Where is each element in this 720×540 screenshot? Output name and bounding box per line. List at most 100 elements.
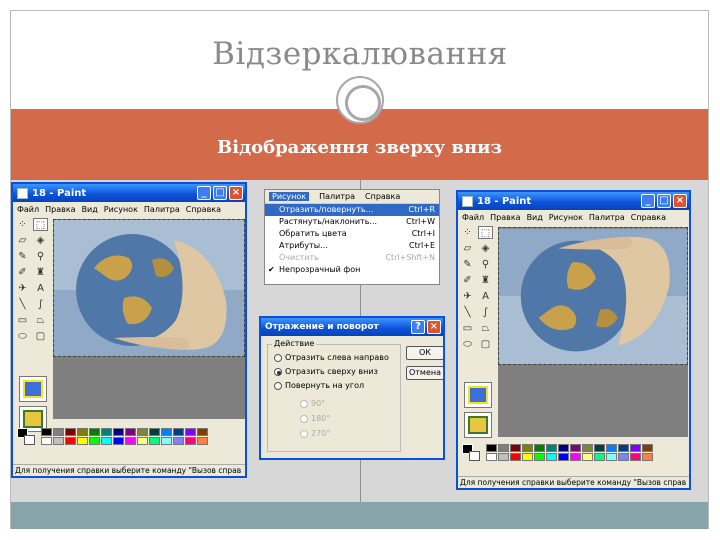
cancel-button[interactable]: Отмена — [406, 366, 444, 380]
radio-flip-horizontal[interactable]: Отразить слева направо — [274, 353, 389, 362]
menu-view[interactable]: Вид — [82, 205, 98, 214]
color-swatch[interactable] — [137, 437, 148, 445]
color-swatch[interactable] — [161, 437, 172, 445]
eraser-icon[interactable]: ▱ — [460, 242, 475, 255]
radio-angle-180[interactable]: 180° — [300, 414, 330, 423]
color-swatch[interactable] — [594, 453, 605, 461]
current-colors[interactable] — [462, 444, 482, 462]
color-swatch[interactable] — [53, 437, 64, 445]
color-swatch[interactable] — [173, 428, 184, 436]
line-icon[interactable]: ╲ — [15, 298, 30, 311]
free-select-icon[interactable]: ⁘ — [15, 218, 30, 231]
color-swatch[interactable] — [65, 437, 76, 445]
color-swatch[interactable] — [113, 437, 124, 445]
menu-help[interactable]: Справка — [365, 192, 400, 201]
rect-select-icon[interactable]: ⬚ — [478, 226, 493, 239]
color-swatch[interactable] — [77, 428, 88, 436]
color-swatch[interactable] — [77, 437, 88, 445]
color-swatch[interactable] — [89, 428, 100, 436]
brush-icon[interactable]: ♜ — [478, 274, 493, 287]
window-titlebar[interactable]: 18 - Paint _ □ × — [458, 192, 689, 210]
radio-flip-vertical[interactable]: Отразить сверху вниз — [274, 367, 378, 376]
color-swatch[interactable] — [41, 428, 52, 436]
radio-rotate[interactable]: Повернуть на угол — [274, 381, 364, 390]
color-swatch[interactable] — [546, 453, 557, 461]
menu-file[interactable]: Файл — [17, 205, 39, 214]
picker-icon[interactable]: ✎ — [15, 250, 30, 263]
color-swatch[interactable] — [642, 453, 653, 461]
color-swatch[interactable] — [185, 428, 196, 436]
eraser-icon[interactable]: ▱ — [15, 234, 30, 247]
rounded-rect-icon[interactable]: ▢ — [478, 338, 493, 351]
rectangle-icon[interactable]: ▭ — [460, 322, 475, 335]
color-swatch[interactable] — [185, 437, 196, 445]
menu-palette[interactable]: Палитра — [319, 192, 355, 201]
curve-icon[interactable]: ∫ — [478, 306, 493, 319]
airbrush-icon[interactable]: ✈ — [460, 290, 475, 303]
color-swatch[interactable] — [149, 428, 160, 436]
color-swatch[interactable] — [570, 453, 581, 461]
ellipse-icon[interactable]: ⬭ — [460, 338, 475, 351]
minimize-button[interactable]: _ — [641, 194, 655, 208]
color-swatch[interactable] — [630, 444, 641, 452]
menu-image-open[interactable]: Рисунок — [269, 192, 310, 201]
dialog-titlebar[interactable]: Отражение и поворот ? × — [261, 318, 443, 336]
color-swatch[interactable] — [546, 444, 557, 452]
color-swatch[interactable] — [486, 453, 497, 461]
current-colors[interactable] — [17, 428, 37, 446]
color-swatch[interactable] — [89, 437, 100, 445]
polygon-icon[interactable]: ⏢ — [478, 322, 493, 335]
color-swatch[interactable] — [53, 428, 64, 436]
ok-button[interactable]: ОК — [406, 346, 444, 360]
menu-edit[interactable]: Правка — [490, 213, 520, 222]
menu-edit[interactable]: Правка — [45, 205, 75, 214]
pencil-icon[interactable]: ✐ — [460, 274, 475, 287]
brush-icon[interactable]: ♜ — [33, 266, 48, 279]
color-swatch[interactable] — [125, 428, 136, 436]
color-swatch[interactable] — [618, 453, 629, 461]
line-icon[interactable]: ╲ — [460, 306, 475, 319]
color-swatch[interactable] — [582, 453, 593, 461]
tool-options-opaque[interactable] — [464, 382, 492, 408]
color-swatch[interactable] — [642, 444, 653, 452]
menu-help[interactable]: Справка — [631, 213, 666, 222]
airbrush-icon[interactable]: ✈ — [15, 282, 30, 295]
color-swatch[interactable] — [149, 437, 160, 445]
color-swatch[interactable] — [618, 444, 629, 452]
color-swatch[interactable] — [486, 444, 497, 452]
color-swatch[interactable] — [161, 428, 172, 436]
color-swatch[interactable] — [606, 444, 617, 452]
color-swatch[interactable] — [522, 444, 533, 452]
color-swatch[interactable] — [101, 437, 112, 445]
magnifier-icon[interactable]: ⚲ — [478, 258, 493, 271]
magnifier-icon[interactable]: ⚲ — [33, 250, 48, 263]
rectangle-icon[interactable]: ▭ — [15, 314, 30, 327]
color-swatch[interactable] — [137, 428, 148, 436]
color-swatch[interactable] — [125, 437, 136, 445]
radio-angle-270[interactable]: 270° — [300, 429, 330, 438]
color-swatch[interactable] — [173, 437, 184, 445]
color-swatch[interactable] — [582, 444, 593, 452]
pencil-icon[interactable]: ✐ — [15, 266, 30, 279]
menu-help[interactable]: Справка — [186, 205, 221, 214]
fill-icon[interactable]: ◈ — [478, 242, 493, 255]
color-swatch[interactable] — [570, 444, 581, 452]
minimize-button[interactable]: _ — [197, 186, 211, 200]
menu-image[interactable]: Рисунок — [104, 205, 138, 214]
color-swatch[interactable] — [606, 453, 617, 461]
menu-file[interactable]: Файл — [462, 213, 484, 222]
color-swatch[interactable] — [101, 428, 112, 436]
color-swatch[interactable] — [498, 444, 509, 452]
color-swatch[interactable] — [630, 453, 641, 461]
menu-palette[interactable]: Палитра — [589, 213, 625, 222]
color-swatch[interactable] — [558, 444, 569, 452]
color-swatch[interactable] — [197, 428, 208, 436]
tool-options-transparent[interactable] — [464, 412, 492, 438]
menu-item-opaque-background[interactable]: ✔ Непрозрачный фон — [265, 264, 439, 276]
picker-icon[interactable]: ✎ — [460, 258, 475, 271]
color-swatch[interactable] — [534, 444, 545, 452]
color-swatch[interactable] — [510, 453, 521, 461]
color-swatch[interactable] — [510, 444, 521, 452]
maximize-button[interactable]: □ — [213, 186, 227, 200]
polygon-icon[interactable]: ⏢ — [33, 314, 48, 327]
